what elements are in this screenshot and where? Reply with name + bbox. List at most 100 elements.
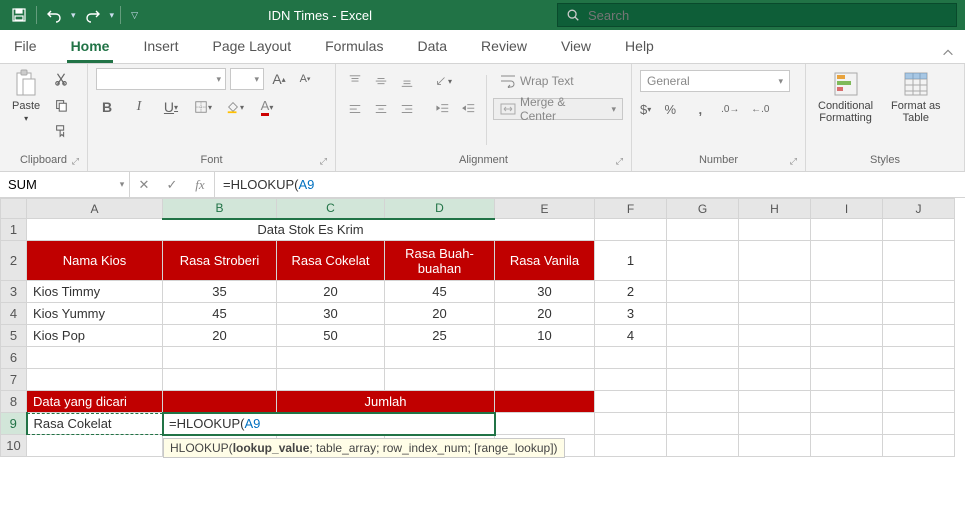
cell-e5[interactable]: 10 <box>495 325 595 347</box>
cell-b8[interactable] <box>163 391 277 413</box>
clipboard-launcher-icon[interactable]: ⤢ <box>72 156 79 167</box>
cell-c4[interactable]: 30 <box>277 303 385 325</box>
increase-indent-button[interactable] <box>458 98 480 120</box>
hdr-buah[interactable]: Rasa Buah-buahan <box>385 241 495 281</box>
col-header-b[interactable]: B <box>163 199 277 219</box>
insert-function-button[interactable]: fx <box>186 177 214 193</box>
col-header-i[interactable]: I <box>811 199 883 219</box>
redo-button[interactable] <box>82 4 104 26</box>
col-header-a[interactable]: A <box>27 199 163 219</box>
merge-center-button[interactable]: Merge & Center ▾ <box>493 98 623 120</box>
enter-formula-button[interactable]: ✓ <box>158 177 186 193</box>
align-middle-button[interactable] <box>370 70 392 92</box>
cell-f4[interactable]: 3 <box>595 303 667 325</box>
alignment-launcher-icon[interactable]: ⤢ <box>616 156 623 167</box>
underline-button[interactable]: U ▾ <box>160 96 182 118</box>
cell-a8[interactable]: Data yang dicari <box>27 391 163 413</box>
col-header-g[interactable]: G <box>667 199 739 219</box>
conditional-formatting-button[interactable]: Conditional Formatting <box>814 68 877 126</box>
cell-a4[interactable]: Kios Yummy <box>27 303 163 325</box>
tab-insert[interactable]: Insert <box>139 32 182 63</box>
bold-button[interactable]: B <box>96 96 118 118</box>
percent-button[interactable]: % <box>659 98 681 120</box>
hdr-cokelat[interactable]: Rasa Cokelat <box>277 241 385 281</box>
orientation-button[interactable]: ▾ <box>432 70 454 92</box>
row-header-3[interactable]: 3 <box>1 281 27 303</box>
cell-b9-editing[interactable]: =HLOOKUP(A9 HLOOKUP(lookup_value; table_… <box>163 413 495 435</box>
accounting-format-button[interactable]: $ ▾ <box>640 98 651 120</box>
row-header-8[interactable]: 8 <box>1 391 27 413</box>
tab-file[interactable]: File <box>10 32 41 63</box>
cell-f3[interactable]: 2 <box>595 281 667 303</box>
col-header-d[interactable]: D <box>385 199 495 219</box>
cell-e8[interactable] <box>495 391 595 413</box>
col-header-c[interactable]: C <box>277 199 385 219</box>
tab-data[interactable]: Data <box>413 32 451 63</box>
align-center-button[interactable] <box>370 98 392 120</box>
cancel-formula-button[interactable]: ✕ <box>130 177 158 193</box>
col-header-h[interactable]: H <box>739 199 811 219</box>
cell-a3[interactable]: Kios Timmy <box>27 281 163 303</box>
col-header-j[interactable]: J <box>883 199 955 219</box>
row-header-1[interactable]: 1 <box>1 219 27 241</box>
comma-button[interactable]: , <box>689 98 711 120</box>
undo-dropdown-icon[interactable]: ▾ <box>71 10 76 21</box>
cell-b5[interactable]: 20 <box>163 325 277 347</box>
align-top-button[interactable] <box>344 70 366 92</box>
row-header-9[interactable]: 9 <box>1 413 27 435</box>
increase-decimal-button[interactable]: .0→ <box>719 98 741 120</box>
cell-f2[interactable]: 1 <box>595 241 667 281</box>
collapse-ribbon-icon[interactable] <box>941 46 955 63</box>
tab-home[interactable]: Home <box>67 32 114 63</box>
cell-d4[interactable]: 20 <box>385 303 495 325</box>
qat-customize-icon[interactable]: ▽ <box>127 10 142 21</box>
namebox-dropdown-icon[interactable]: ▾ <box>115 179 129 190</box>
tab-page-layout[interactable]: Page Layout <box>208 32 295 63</box>
cell-a9[interactable]: Rasa Cokelat <box>27 413 163 435</box>
cut-button[interactable] <box>50 68 72 90</box>
col-header-f[interactable]: F <box>595 199 667 219</box>
search-box[interactable] <box>557 3 957 27</box>
search-input[interactable] <box>588 8 948 23</box>
align-left-button[interactable] <box>344 98 366 120</box>
select-all-button[interactable] <box>1 199 27 219</box>
cell-b4[interactable]: 45 <box>163 303 277 325</box>
cell-d5[interactable]: 25 <box>385 325 495 347</box>
hdr-vanila[interactable]: Rasa Vanila <box>495 241 595 281</box>
hdr-stroberi[interactable]: Rasa Stroberi <box>163 241 277 281</box>
save-button[interactable] <box>8 4 30 26</box>
row-header-10[interactable]: 10 <box>1 435 27 457</box>
font-name-combo[interactable]: ▾ <box>96 68 226 90</box>
tab-view[interactable]: View <box>557 32 595 63</box>
cell-c5[interactable]: 50 <box>277 325 385 347</box>
cell-f5[interactable]: 4 <box>595 325 667 347</box>
number-launcher-icon[interactable]: ⤢ <box>790 156 797 167</box>
hdr-nama-kios[interactable]: Nama Kios <box>27 241 163 281</box>
name-box[interactable]: ▾ <box>0 172 130 197</box>
align-right-button[interactable] <box>396 98 418 120</box>
increase-font-button[interactable]: A▴ <box>268 68 290 90</box>
cell-d3[interactable]: 45 <box>385 281 495 303</box>
worksheet-grid[interactable]: A B C D E F G H I J 1 Data Stok Es Krim … <box>0 198 965 457</box>
fill-color-button[interactable]: ▾ <box>224 96 246 118</box>
wrap-text-button[interactable]: Wrap Text <box>493 70 623 92</box>
cell-title[interactable]: Data Stok Es Krim <box>27 219 595 241</box>
row-header-2[interactable]: 2 <box>1 241 27 281</box>
redo-dropdown-icon[interactable]: ▾ <box>110 10 115 21</box>
col-header-e[interactable]: E <box>495 199 595 219</box>
format-as-table-button[interactable]: Format as Table <box>887 68 945 126</box>
undo-button[interactable] <box>43 4 65 26</box>
row-header-5[interactable]: 5 <box>1 325 27 347</box>
decrease-indent-button[interactable] <box>432 98 454 120</box>
font-color-button[interactable]: A▾ <box>256 96 278 118</box>
row-header-6[interactable]: 6 <box>1 347 27 369</box>
cell-cd8[interactable]: Jumlah <box>277 391 495 413</box>
tab-formulas[interactable]: Formulas <box>321 32 387 63</box>
copy-button[interactable] <box>50 94 72 116</box>
tab-review[interactable]: Review <box>477 32 531 63</box>
paste-button[interactable]: Paste▾ <box>8 68 44 126</box>
number-format-combo[interactable]: General▾ <box>640 70 790 92</box>
row-header-7[interactable]: 7 <box>1 369 27 391</box>
formula-input[interactable]: =HLOOKUP(A9 <box>215 172 965 197</box>
format-painter-button[interactable] <box>50 120 72 142</box>
